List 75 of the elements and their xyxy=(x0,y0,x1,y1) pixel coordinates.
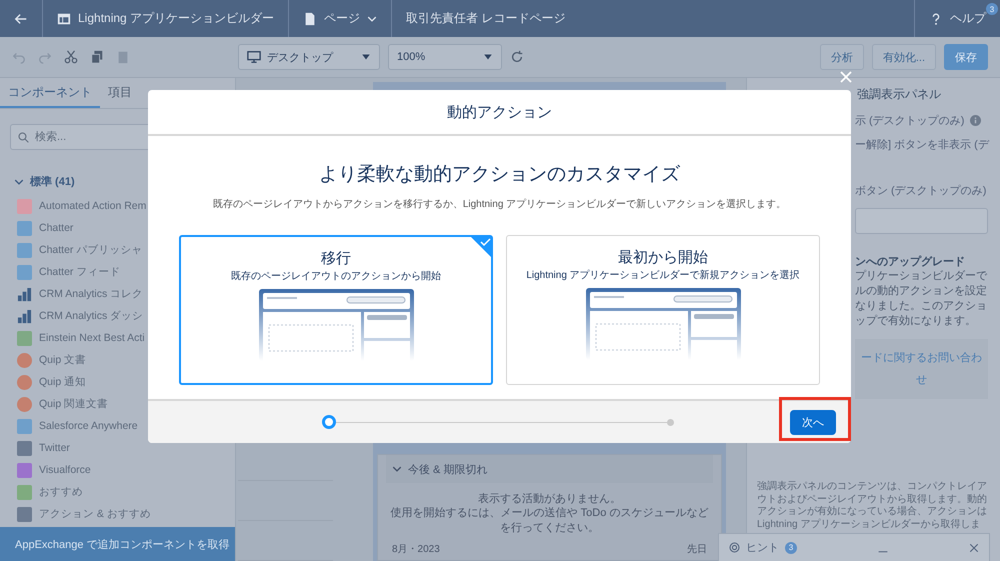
device-select[interactable]: デスクトップ xyxy=(238,44,380,70)
caret-icon xyxy=(361,52,371,62)
dialog-title: 動的アクション xyxy=(148,90,851,136)
desktop-icon xyxy=(247,50,261,64)
next-button[interactable]: 次へ xyxy=(790,410,836,434)
page-icon xyxy=(303,12,318,26)
component-item[interactable]: CRM Analytics コレク xyxy=(39,287,144,301)
component-item[interactable]: おすすめ xyxy=(39,485,83,499)
contact-link[interactable]: ードに関するお問い合わせ xyxy=(855,339,988,399)
app-title: Lightning アプリケーションビルダー xyxy=(78,10,274,27)
empty-title: 表示する活動がありません。 xyxy=(478,492,621,506)
upgrade-text: ップで有効になります。 xyxy=(855,314,977,329)
hint-title: ヒント xyxy=(746,541,779,555)
help-link[interactable]: ヘルプ xyxy=(950,10,986,27)
chevron-icon[interactable] xyxy=(392,464,402,474)
caret-icon xyxy=(483,52,493,62)
component-item[interactable]: Chatter パブリッシャ xyxy=(39,243,142,257)
component-item[interactable]: Chatter xyxy=(39,222,74,234)
dialog-description: 既存のページレイアウトからアクションを移行するか、Lightning アプリケーションビルダーで新しいアクションを選択します。 xyxy=(212,198,786,211)
caret-icon[interactable] xyxy=(367,14,378,24)
close-icon[interactable] xyxy=(969,542,979,552)
info-icon[interactable] xyxy=(970,114,982,126)
option-title: 移行 xyxy=(321,249,351,268)
back-icon[interactable] xyxy=(14,12,28,26)
chevron-icon[interactable] xyxy=(14,176,24,186)
empty-message: 使用を開始するには、メールの送信や ToDo のスケジュールなどを行ってください。 xyxy=(390,506,710,536)
panel-note: 強調表示パネルのコンテンツは、コンパクトレイアウトおよびページレイアウトから取得します。動的アクションが有効になっている場合、アクションは Lightning アプリケーションビルダーから取得しま xyxy=(757,481,988,531)
layout-icon xyxy=(57,12,71,26)
upgrade-text: なりました。このアクショ xyxy=(855,299,988,314)
checkmark-icon xyxy=(470,236,492,258)
component-item[interactable]: Quip 文書 xyxy=(39,353,86,367)
component-item[interactable]: Automated Action Rem xyxy=(39,200,146,212)
component-item[interactable]: Twitter xyxy=(39,442,70,454)
record-page-title: 取引先責任者 レコードページ xyxy=(406,10,566,27)
option-subtitle: Lightning アプリケーションビルダーで新規アクションを選択 xyxy=(526,268,800,282)
option-card[interactable]: 最初から開始 Lightning アプリケーションビルダーで新規アクションを選択 xyxy=(506,235,820,385)
count-badge: 3 xyxy=(785,542,797,554)
page-menu[interactable]: ページ xyxy=(324,10,360,27)
component-item[interactable]: Einstein Next Best Acti xyxy=(39,332,145,344)
property-label: 示 (デスクトップのみ) xyxy=(855,114,964,128)
component-item[interactable]: Quip 通知 xyxy=(39,375,86,389)
property-label: ボタン (デスクトップのみ) xyxy=(855,184,986,198)
component-item[interactable]: Visualforce xyxy=(39,464,91,476)
copy-icon[interactable] xyxy=(90,50,104,64)
component-item[interactable]: アクション & おすすめ xyxy=(39,507,151,521)
toolbar-button[interactable]: 有効化... xyxy=(872,44,936,70)
option-card[interactable]: 移行 既存のページレイアウトのアクションから開始 xyxy=(179,235,493,385)
panel-title: 強調表示パネル xyxy=(857,86,942,103)
zoom-select[interactable]: 100% xyxy=(388,44,502,70)
component-item[interactable]: CRM Analytics ダッシ xyxy=(39,309,144,323)
upgrade-text: ルの動的アクションを設定 xyxy=(855,284,988,299)
appexchange-link[interactable]: AppExchange で追加コンポーネントを取得 xyxy=(0,527,235,561)
component-item[interactable]: Chatter フィード xyxy=(39,265,120,279)
month-note: 先日 xyxy=(687,542,707,556)
cut-icon[interactable] xyxy=(64,50,78,64)
dialog-heading: より柔軟な動的アクションのカスタマイズ xyxy=(319,163,680,187)
close-icon[interactable] xyxy=(838,69,854,85)
upgrade-title: ンへのアップグレード xyxy=(855,254,966,269)
upgrade-text: プリケーションビルダーで xyxy=(855,269,988,284)
text-field[interactable] xyxy=(855,208,988,234)
panel-tab[interactable]: 項目 xyxy=(100,78,140,108)
month-label: 8月・2023 xyxy=(392,543,440,556)
toolbar-button[interactable]: 分析 xyxy=(820,44,864,70)
section-heading: 今後 & 期限切れ xyxy=(408,462,488,476)
notification-badge: 3 xyxy=(986,3,998,15)
option-subtitle: 既存のページレイアウトのアクションから開始 xyxy=(231,270,441,283)
lifebuoy-icon xyxy=(729,542,740,553)
option-title: 最初から開始 xyxy=(618,248,708,267)
section-heading: 標準 (41) xyxy=(30,174,75,189)
component-item[interactable]: Quip 関連文書 xyxy=(39,397,108,411)
refresh-icon[interactable] xyxy=(510,50,524,64)
property-label: ー解除] ボタンを非表示 (デ xyxy=(855,138,989,152)
save-button[interactable]: 保存 xyxy=(944,44,988,70)
component-item[interactable]: Salesforce Anywhere xyxy=(39,420,138,432)
panel-tab[interactable]: コンポーネント xyxy=(0,78,100,108)
